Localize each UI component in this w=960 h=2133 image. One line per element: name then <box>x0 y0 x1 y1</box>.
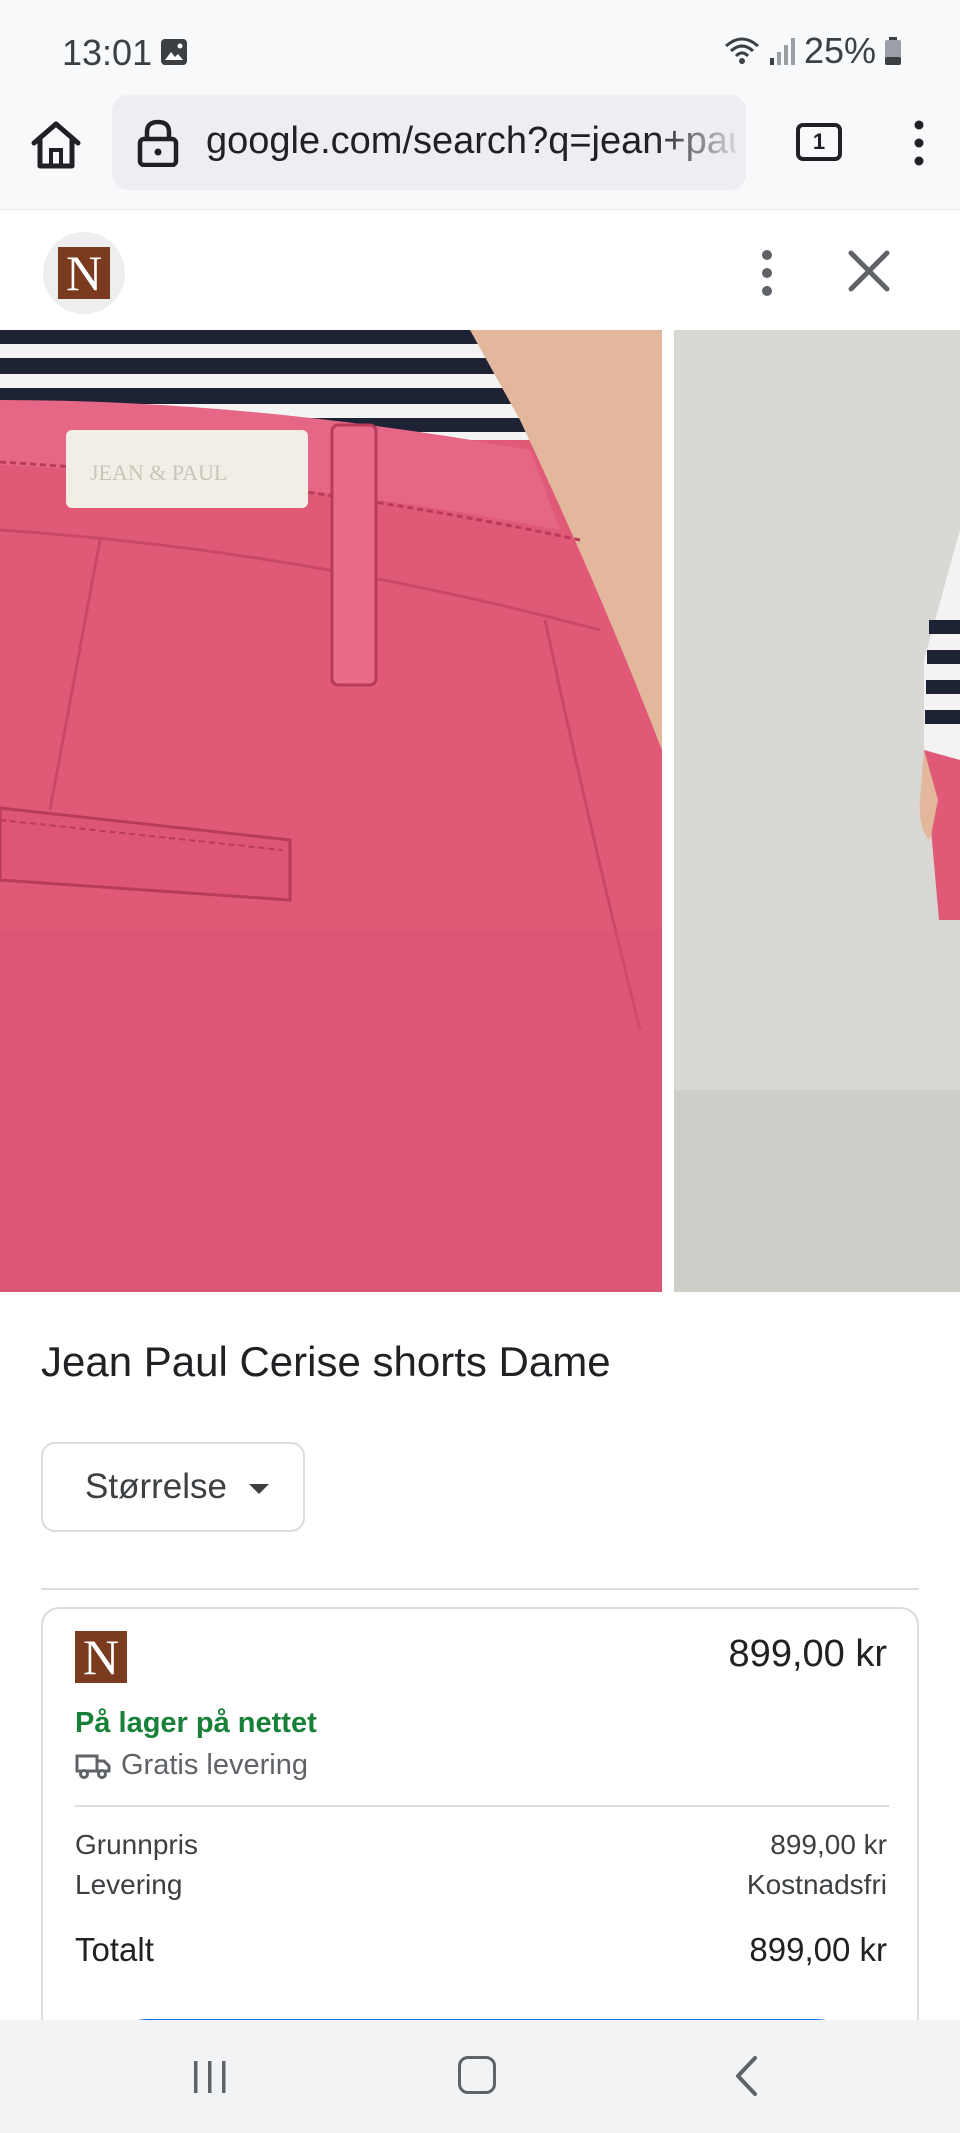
site-logo[interactable]: N <box>43 232 125 314</box>
base-price-value: 899,00 kr <box>770 1829 887 1860</box>
more-vert-icon[interactable] <box>904 115 934 171</box>
product-image-carousel[interactable]: JEAN & PAUL <box>0 330 960 1292</box>
status-indicators: 25% <box>724 30 902 72</box>
size-dropdown-label: Størrelse <box>85 1467 227 1506</box>
offer-card[interactable]: N 899,00 kr På lager på nettet Gratis le… <box>41 1607 919 2067</box>
offer-price: 899,00 kr <box>728 1633 887 1675</box>
caret-down-icon <box>249 1484 269 1494</box>
stock-status: På lager på nettet <box>75 1707 317 1739</box>
card-divider <box>75 1805 889 1807</box>
total-value: 899,00 kr <box>749 1931 887 1968</box>
wifi-icon <box>724 37 759 64</box>
battery-percent: 25% <box>803 30 876 71</box>
product-title: Jean Paul Cerise shorts Dame <box>41 1338 611 1385</box>
size-dropdown[interactable]: Størrelse <box>41 1442 305 1532</box>
delivery-info: Gratis levering <box>75 1749 308 1782</box>
address-bar[interactable]: google.com/search?q=jean+paul+cerise+sho… <box>112 95 746 190</box>
lock-icon[interactable] <box>136 119 180 167</box>
truck-icon <box>75 1754 111 1779</box>
recents-icon[interactable] <box>190 2058 230 2096</box>
divider <box>41 1588 919 1590</box>
product-image-second[interactable] <box>674 330 960 1292</box>
panel-header: N <box>0 210 960 330</box>
seller-logo: N <box>75 1631 127 1683</box>
system-nav-bar <box>0 2020 960 2133</box>
close-icon[interactable] <box>846 248 892 294</box>
delivery-note: Gratis levering <box>121 1749 308 1781</box>
more-options-icon[interactable] <box>752 246 782 300</box>
delivery-label: Levering <box>75 1869 183 1900</box>
base-price-label: Grunnpris <box>75 1829 198 1860</box>
home-icon[interactable] <box>458 2056 496 2094</box>
home-icon[interactable] <box>28 117 84 173</box>
back-icon[interactable] <box>733 2054 759 2098</box>
tabs-button[interactable]: 1 <box>796 123 842 161</box>
signal-icon <box>769 38 795 65</box>
product-image-main[interactable]: JEAN & PAUL <box>0 330 662 1292</box>
site-logo-letter: N <box>58 247 110 299</box>
browser-toolbar: google.com/search?q=jean+paul+cerise+sho… <box>0 95 960 210</box>
battery-icon <box>885 37 901 65</box>
jean-paul-label: JEAN & PAUL <box>90 460 227 485</box>
url-fade <box>656 95 746 190</box>
status-time: 13:01 <box>62 32 153 73</box>
image-icon <box>161 39 187 65</box>
delivery-value: Kostnadsfri <box>746 1869 887 1900</box>
total-label: Totalt <box>75 1931 154 1968</box>
status-bar: 13:01 25% <box>0 0 960 95</box>
